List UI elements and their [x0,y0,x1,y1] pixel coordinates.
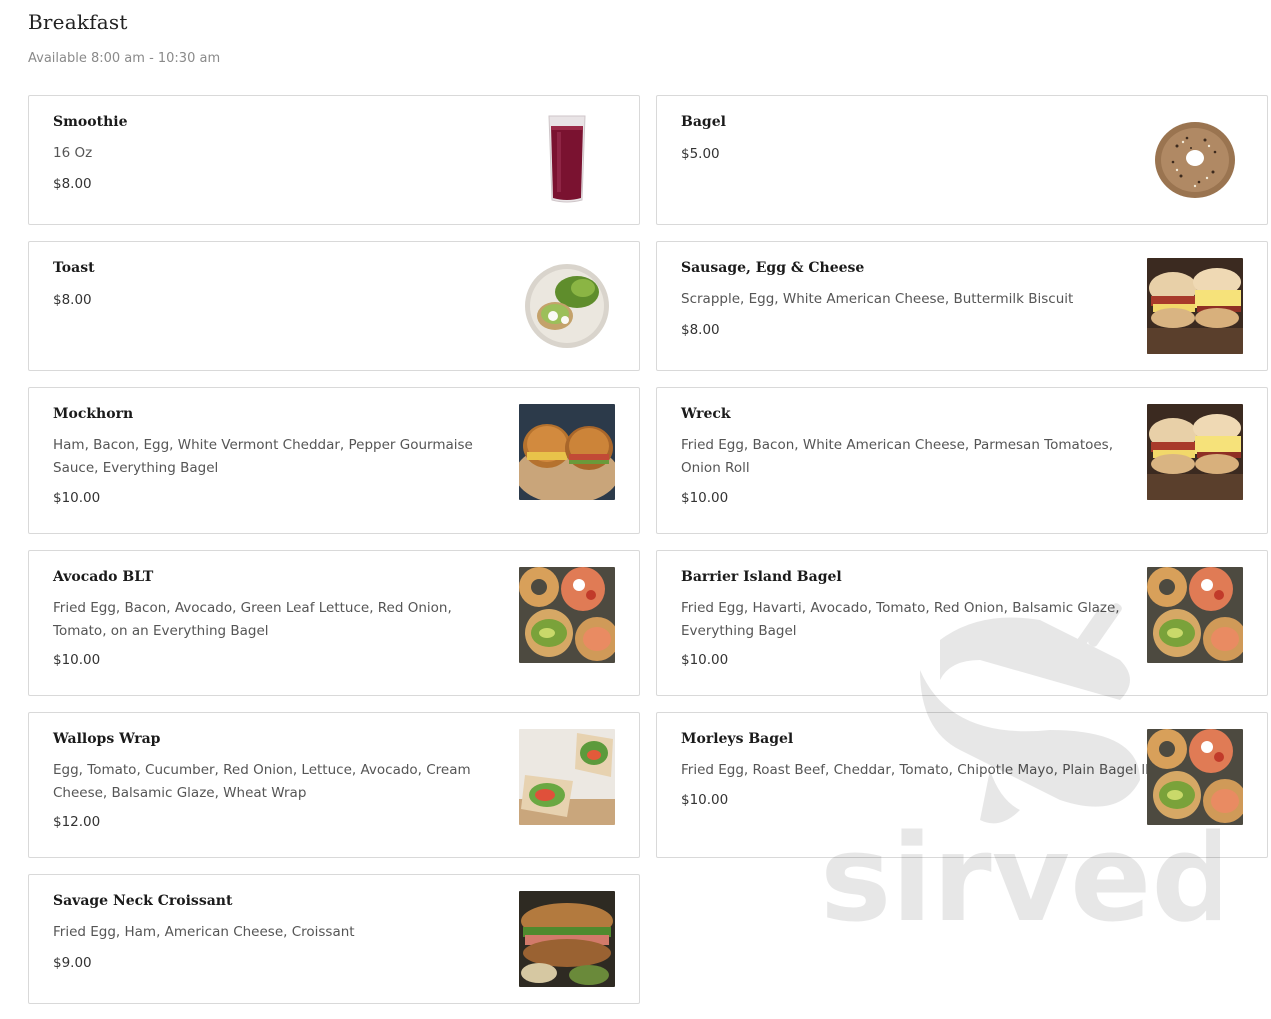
menu-item-barrier-island-bagel[interactable]: Barrier Island Bagel Fried Egg, Havarti,… [656,550,1268,696]
item-price: $10.00 [53,490,101,506]
croissant-sandwich-photo [519,891,615,987]
item-price: $8.00 [681,322,720,338]
menu-item-savage-neck-croissant[interactable]: Savage Neck Croissant Fried Egg, Ham, Am… [28,874,640,1004]
menu-item-morleys-bagel[interactable]: Morleys Bagel Fried Egg, Roast Beef, Che… [656,712,1268,858]
item-name: Sausage, Egg & Cheese [681,260,865,276]
item-price: $10.00 [681,652,729,668]
item-price: $10.00 [53,652,101,668]
item-price: $8.00 [53,292,92,308]
menu-item-bagel[interactable]: Bagel $5.00 [656,95,1268,225]
item-name: Barrier Island Bagel [681,569,842,585]
menu-item-sausage-egg-cheese[interactable]: Sausage, Egg & Cheese Scrapple, Egg, Whi… [656,241,1268,371]
biscuit-sandwich-photo [1147,258,1243,354]
smoothie-glass-icon [519,112,615,208]
item-name: Morleys Bagel [681,731,794,747]
item-description: Fried Egg, Bacon, White American Cheese,… [681,437,1113,476]
item-name: Mockhorn [53,406,134,422]
item-name: Wreck [681,406,731,422]
avocado-bagel-photo [1147,567,1243,663]
bagel-sandwich-photo [519,404,615,500]
section-title: Breakfast [28,10,128,34]
section-availability: Available 8:00 am - 10:30 am [28,51,221,66]
menu-page: Breakfast Available 8:00 am - 10:30 am S… [0,0,1271,1019]
item-price: $5.00 [681,146,720,162]
menu-item-avocado-blt[interactable]: Avocado BLT Fried Egg, Bacon, Avocado, G… [28,550,640,696]
avocado-bagel-photo [519,567,615,663]
item-description: Scrapple, Egg, White American Cheese, Bu… [681,291,1074,307]
menu-item-wreck[interactable]: Wreck Fried Egg, Bacon, White American C… [656,387,1268,534]
item-price: $12.00 [53,814,101,830]
item-description: Fried Egg, Bacon, Avocado, Green Leaf Le… [53,600,452,639]
item-description: Egg, Tomato, Cucumber, Red Onion, Lettuc… [53,762,471,801]
item-name: Wallops Wrap [53,731,161,747]
wrap-photo [519,729,615,825]
avocado-bagel-photo [1147,729,1243,825]
item-description: Ham, Bacon, Egg, White Vermont Cheddar, … [53,437,473,476]
menu-item-toast[interactable]: Toast $8.00 [28,241,640,371]
item-price: $8.00 [53,176,92,192]
item-description: Fried Egg, Havarti, Avocado, Tomato, Red… [681,600,1120,639]
item-price: $10.00 [681,490,729,506]
item-name: Avocado BLT [53,569,154,585]
item-description: 16 Oz [53,145,93,161]
menu-item-smoothie[interactable]: Smoothie 16 Oz $8.00 [28,95,640,225]
item-name: Savage Neck Croissant [53,893,233,909]
item-name: Toast [53,260,95,276]
item-description: Fried Egg, Ham, American Cheese, Croissa… [53,924,355,940]
avocado-toast-plate-icon [519,258,615,354]
menu-item-mockhorn[interactable]: Mockhorn Ham, Bacon, Egg, White Vermont … [28,387,640,534]
item-name: Smoothie [53,114,128,130]
item-description: Fried Egg, Roast Beef, Cheddar, Tomato, … [681,762,1149,778]
biscuit-sandwich-photo [1147,404,1243,500]
item-price: $9.00 [53,955,92,971]
item-price: $10.00 [681,792,729,808]
bagel-icon [1147,112,1243,208]
item-name: Bagel [681,114,726,130]
menu-item-wallops-wrap[interactable]: Wallops Wrap Egg, Tomato, Cucumber, Red … [28,712,640,858]
